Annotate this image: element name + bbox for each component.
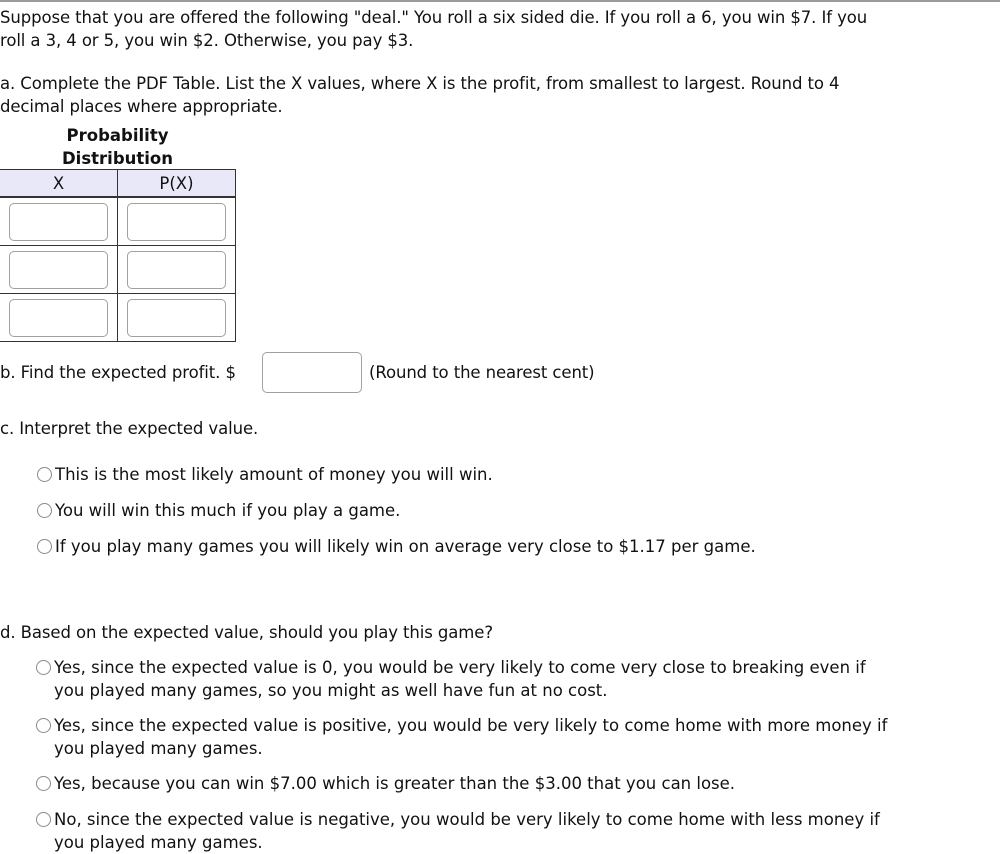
part-d-label: d. Based on the expected value, should y… xyxy=(0,623,493,642)
table-header-row: X P(X) xyxy=(0,169,236,198)
header-x: X xyxy=(0,169,118,198)
part-c-option-3[interactable]: If you play many games you will likely w… xyxy=(37,535,756,558)
radio-button[interactable] xyxy=(36,660,51,675)
part-d-option-3[interactable]: Yes, because you can win $7.00 which is … xyxy=(36,772,735,795)
option-label-line-2: you played many games. xyxy=(54,739,263,758)
probability-distribution-table: X P(X) xyxy=(0,169,236,342)
option-label-line-1: Yes, since the expected value is 0, you … xyxy=(54,658,866,677)
part-c-option-2[interactable]: You will win this much if you play a gam… xyxy=(37,499,400,522)
radio-button[interactable] xyxy=(36,776,51,791)
option-label-line-2: you played many games. xyxy=(54,833,263,852)
x-input-row-2[interactable] xyxy=(9,250,108,289)
table-row xyxy=(0,245,236,294)
part-d-option-2[interactable]: Yes, since the expected value is positiv… xyxy=(36,714,887,760)
problem-line-2: roll a 3, 4 or 5, you win $2. Otherwise,… xyxy=(0,31,414,50)
table-row xyxy=(0,196,236,246)
radio-button[interactable] xyxy=(36,812,51,827)
part-b-label: b. Find the expected profit. $ xyxy=(0,363,236,382)
option-label-line-1: Yes, because you can win $7.00 which is … xyxy=(54,774,736,793)
part-c-option-1[interactable]: This is the most likely amount of money … xyxy=(37,463,493,486)
table-title-line-1: Probability Distribution xyxy=(61,126,174,168)
x-input-row-3[interactable] xyxy=(9,298,108,337)
option-label: This is the most likely amount of money … xyxy=(55,465,493,484)
px-input-row-1[interactable] xyxy=(127,202,226,241)
px-input-row-2[interactable] xyxy=(127,250,226,289)
radio-button[interactable] xyxy=(37,467,52,482)
part-d-option-1[interactable]: Yes, since the expected value is 0, you … xyxy=(36,656,866,702)
part-c-label: c. Interpret the expected value. xyxy=(0,419,259,438)
part-d-option-4[interactable]: No, since the expected value is negative… xyxy=(36,808,880,854)
part-a-line-2: decimal places where appropriate. xyxy=(0,97,283,116)
header-px: P(X) xyxy=(117,169,236,198)
option-label: You will win this much if you play a gam… xyxy=(55,501,401,520)
radio-button[interactable] xyxy=(37,503,52,518)
x-input-row-1[interactable] xyxy=(9,202,108,241)
table-row xyxy=(0,293,236,342)
option-label-line-2: you played many games, so you might as w… xyxy=(54,681,608,700)
radio-button[interactable] xyxy=(36,718,51,733)
option-label: If you play many games you will likely w… xyxy=(55,537,756,556)
part-a-instructions: a. Complete the PDF Table. List the X va… xyxy=(0,72,840,118)
part-b-hint: (Round to the nearest cent) xyxy=(369,363,595,382)
option-label-line-1: Yes, since the expected value is positiv… xyxy=(54,716,888,735)
expected-profit-input[interactable] xyxy=(262,352,362,393)
problem-line-1: Suppose that you are offered the followi… xyxy=(0,8,868,27)
px-input-row-3[interactable] xyxy=(127,298,226,337)
problem-statement: Suppose that you are offered the followi… xyxy=(0,6,867,52)
option-label-line-1: No, since the expected value is negative… xyxy=(54,810,880,829)
part-a-line-1: a. Complete the PDF Table. List the X va… xyxy=(0,74,840,93)
radio-button[interactable] xyxy=(37,539,52,554)
